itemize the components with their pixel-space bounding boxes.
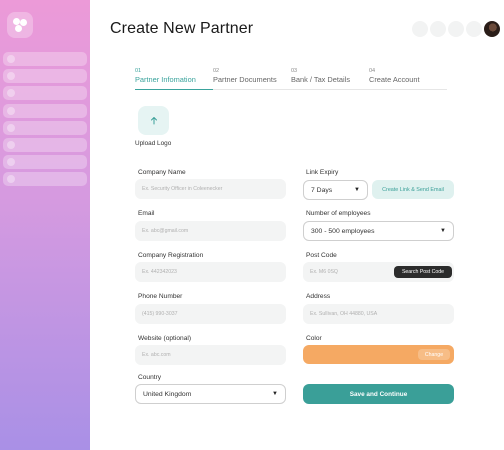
page-title: Create New Partner — [110, 20, 254, 37]
logo-icon — [13, 18, 27, 32]
app-logo[interactable] — [7, 12, 33, 38]
website-label: Website (optional) — [138, 335, 192, 342]
settings-icon[interactable] — [448, 21, 464, 37]
step-create-account[interactable]: 04 Create Account — [369, 68, 447, 90]
save-and-continue-button[interactable]: Save and Continue — [303, 384, 454, 404]
step-partner-information[interactable]: 01 Partner Infomation — [135, 68, 213, 90]
step-label: Create Account — [369, 75, 420, 84]
upload-logo-button[interactable] — [138, 106, 169, 135]
step-number: 03 — [291, 68, 298, 74]
step-label: Partner Documents — [213, 75, 277, 84]
step-label: Bank / Tax Details — [291, 75, 351, 84]
sidebar-item-3[interactable] — [3, 86, 87, 101]
company-registration-label: Company Registration — [138, 252, 204, 259]
employees-label: Number of employees — [306, 210, 371, 217]
nav-icon — [7, 55, 15, 63]
step-tabs: 01 Partner Infomation 02 Partner Documen… — [135, 68, 447, 90]
chevron-down-icon: ▼ — [272, 391, 278, 397]
change-color-button[interactable]: Change — [418, 349, 450, 360]
email-label: Email — [138, 210, 155, 217]
create-link-button[interactable]: Create Link & Send Email — [372, 180, 454, 199]
nav-icon — [7, 106, 15, 115]
email-input[interactable]: Ex. abc@gmail.com — [135, 221, 286, 241]
sidebar-item-2[interactable] — [3, 69, 87, 84]
sidebar-item-1[interactable] — [3, 52, 87, 66]
nav-icon — [7, 89, 15, 98]
country-value: United Kingdom — [143, 390, 192, 398]
chevron-down-icon: ▼ — [440, 228, 446, 234]
address-input[interactable]: Ex. Sullivan, OH 44880, USA — [303, 304, 454, 324]
top-actions — [412, 21, 500, 37]
help-icon[interactable] — [466, 21, 482, 37]
sidebar — [0, 0, 90, 450]
country-select[interactable]: United Kingdom ▼ — [135, 384, 286, 404]
step-number: 02 — [213, 68, 220, 74]
company-registration-input[interactable]: Ex. 442342023 — [135, 262, 286, 282]
message-icon[interactable] — [430, 21, 446, 37]
link-expiry-label: Link Expiry — [306, 169, 339, 176]
color-label: Color — [306, 335, 322, 342]
sidebar-item-4[interactable] — [3, 103, 87, 118]
sidebar-item-8[interactable] — [3, 172, 87, 187]
step-number: 04 — [369, 68, 376, 74]
company-name-input[interactable]: Ex. Security Officer in Coleenecker — [135, 179, 286, 199]
post-code-label: Post Code — [306, 252, 337, 259]
sidebar-nav — [3, 52, 87, 190]
nav-icon — [7, 140, 15, 149]
link-expiry-value: 7 Days — [311, 186, 333, 194]
phone-number-label: Phone Number — [138, 293, 183, 300]
phone-number-input[interactable]: (415) 990-3037 — [135, 304, 286, 324]
upload-arrow-icon — [150, 117, 157, 125]
chevron-down-icon: ▼ — [354, 187, 360, 193]
step-label: Partner Infomation — [135, 75, 196, 84]
sidebar-item-5[interactable] — [3, 120, 87, 135]
address-label: Address — [306, 293, 331, 300]
website-input[interactable]: Ex. abc.com — [135, 345, 286, 365]
step-bank-tax-details[interactable]: 03 Bank / Tax Details — [291, 68, 369, 90]
employees-select[interactable]: 300 - 500 employees ▼ — [303, 221, 454, 241]
company-name-label: Company Name — [138, 169, 186, 176]
nav-icon — [7, 175, 15, 184]
step-partner-documents[interactable]: 02 Partner Documents — [213, 68, 291, 90]
upload-logo-label: Upload Logo — [135, 140, 172, 147]
nav-icon — [7, 123, 15, 132]
notification-icon[interactable] — [412, 21, 428, 37]
link-expiry-select[interactable]: 7 Days ▼ — [303, 180, 368, 200]
avatar[interactable] — [484, 21, 500, 37]
employees-value: 300 - 500 employees — [311, 227, 375, 235]
nav-icon — [7, 72, 15, 81]
search-post-code-button[interactable]: Search Post Code — [394, 266, 452, 278]
sidebar-item-6[interactable] — [3, 137, 87, 152]
country-label: Country — [138, 374, 162, 381]
sidebar-item-7[interactable] — [3, 155, 87, 170]
nav-icon — [7, 158, 15, 167]
step-number: 01 — [135, 68, 142, 74]
